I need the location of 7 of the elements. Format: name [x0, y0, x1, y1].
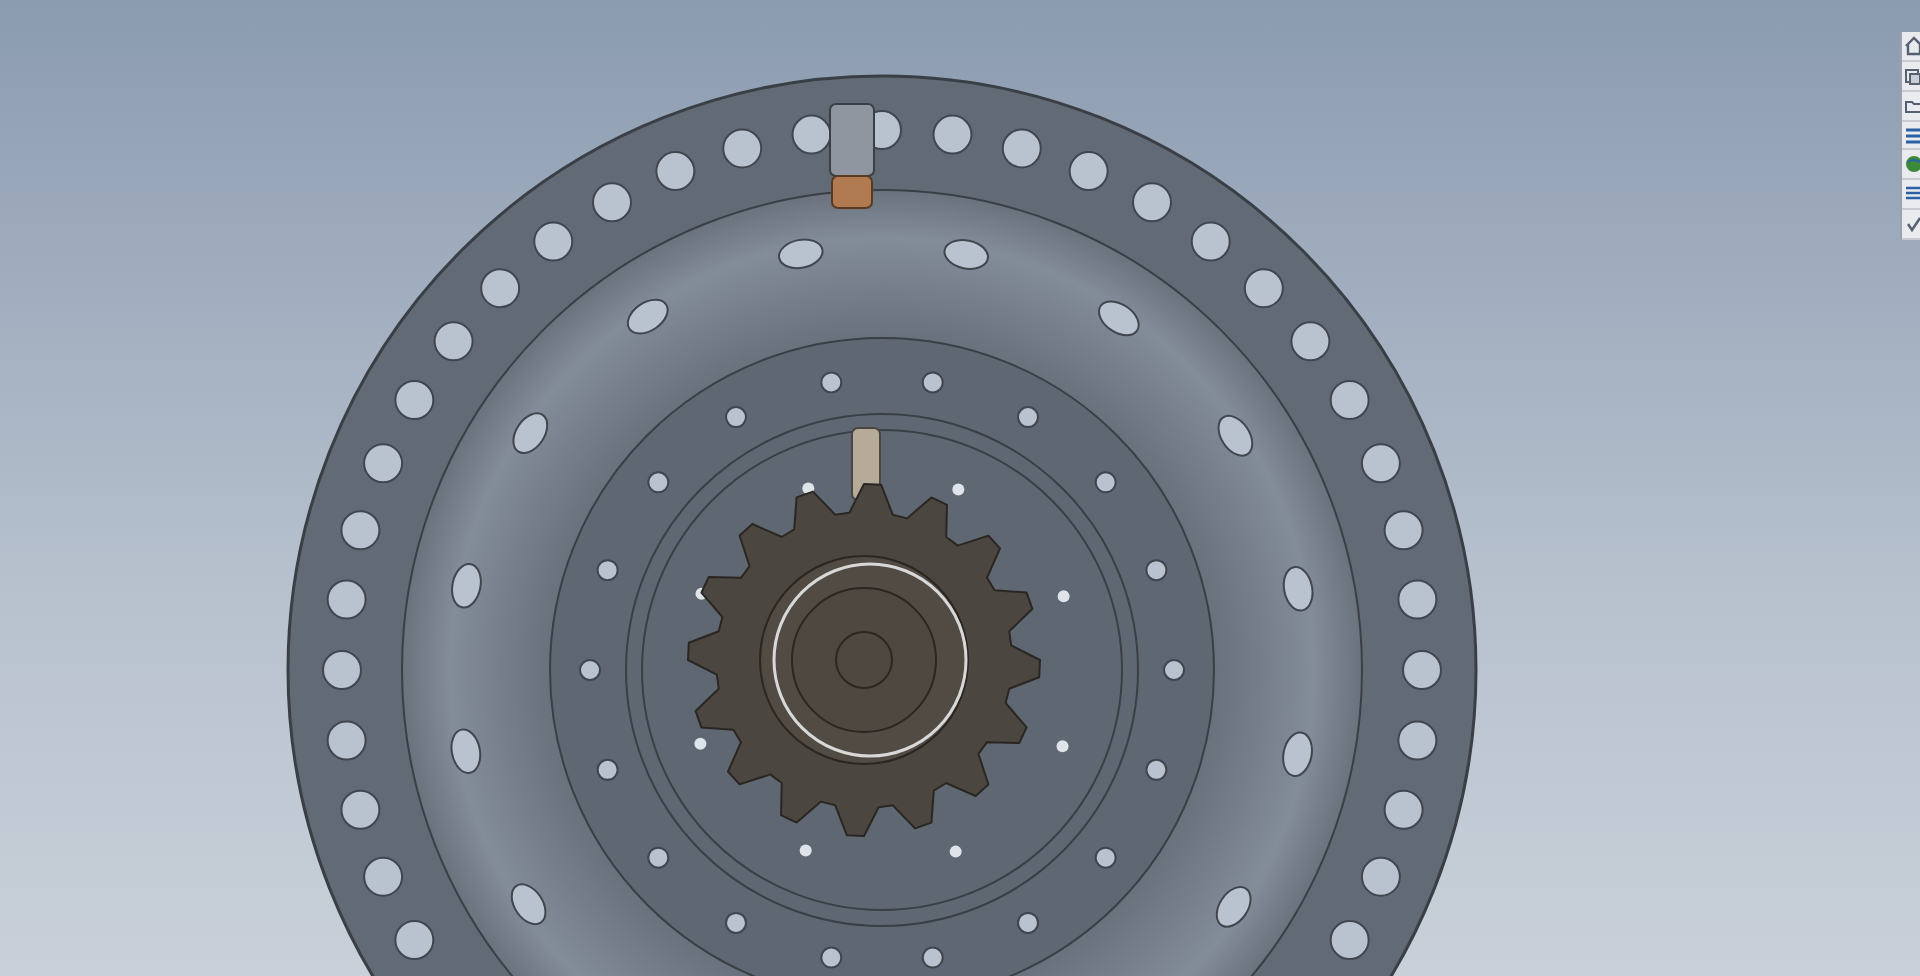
parts-icon[interactable]	[1904, 65, 1920, 86]
home-icon[interactable]	[1904, 35, 1920, 56]
check-icon[interactable]	[1904, 214, 1920, 235]
list-icon[interactable]	[1904, 184, 1920, 205]
globe-icon[interactable]	[1904, 154, 1920, 175]
library-icon[interactable]	[1904, 125, 1920, 145]
folder-icon[interactable]	[1904, 95, 1920, 116]
